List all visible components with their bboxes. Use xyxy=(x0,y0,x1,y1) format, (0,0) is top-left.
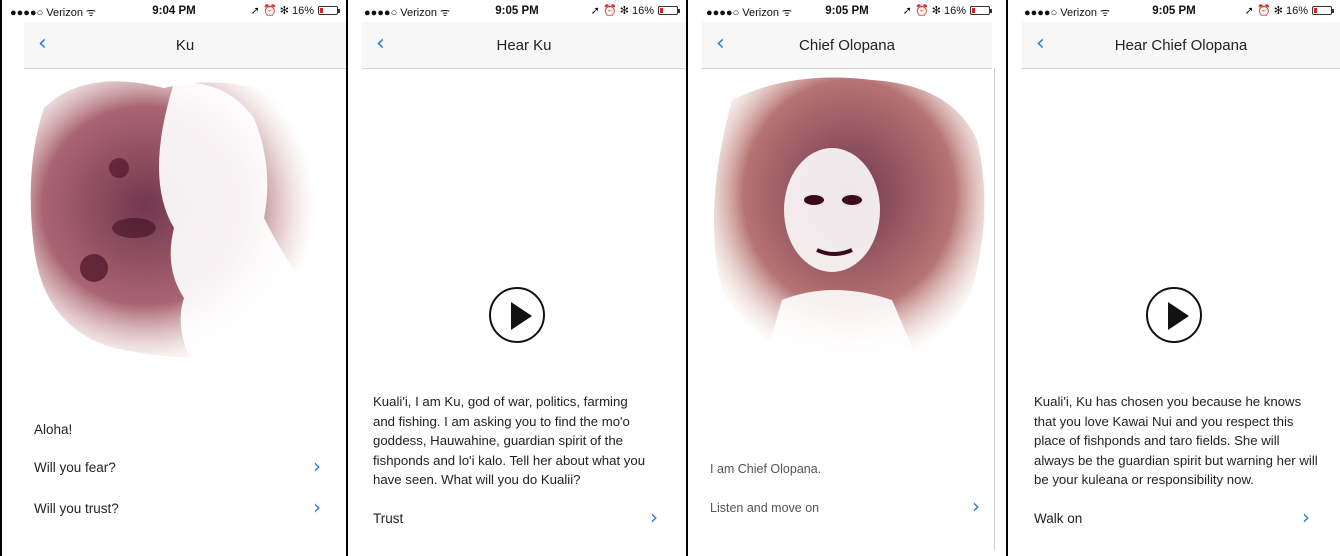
play-button[interactable] xyxy=(1146,287,1202,343)
battery-icon xyxy=(1312,6,1334,15)
chief-olopana-portrait-image xyxy=(702,70,992,370)
page-title: Ku xyxy=(175,37,195,54)
chevron-right-icon[interactable]: › xyxy=(313,495,321,519)
status-bar: ●●●●○ Verizon ᯤ 9:05 PM ➚ ⏰ ✻ 16% xyxy=(688,0,1006,22)
navigation-bar: ‹ Chief Olopana xyxy=(702,22,992,69)
status-icons: ➚ ⏰ ✻ 16% xyxy=(902,5,966,17)
transcript-text: Kuali'i, Ku has chosen you because he kn… xyxy=(1034,394,1318,487)
chevron-right-icon[interactable]: › xyxy=(313,454,321,478)
page-title: Chief Olopana xyxy=(799,37,895,54)
option-listen-and-move-on[interactable]: Listen and move on xyxy=(710,501,819,515)
battery-icon xyxy=(658,6,680,15)
battery-icon xyxy=(970,6,992,15)
option-walk-on[interactable]: Walk on xyxy=(1034,511,1082,526)
navigation-bar: ‹ Hear Ku xyxy=(362,22,686,69)
chevron-right-icon[interactable]: › xyxy=(1302,505,1310,529)
status-bar: ●●●●○ Verizon ᯤ 9:05 PM ➚ ⏰ ✻ 16% xyxy=(1008,0,1340,22)
intro-text: I am Chief Olopana. xyxy=(710,462,822,476)
chevron-right-icon[interactable]: › xyxy=(972,494,980,518)
status-icons: ➚ ⏰ ✻ 16% xyxy=(250,5,314,17)
option-will-you-trust[interactable]: Will you trust? xyxy=(34,501,119,516)
battery-icon xyxy=(318,6,340,15)
status-indicators: ➚ ⏰ ✻ 16% xyxy=(902,4,992,17)
page-title: Hear Ku xyxy=(496,37,552,54)
status-bar: ●●●●○ Verizon ᯤ 9:05 PM ➚ ⏰ ✻ 16% xyxy=(348,0,686,22)
option-will-you-fear[interactable]: Will you fear? xyxy=(34,460,116,475)
transcript-text: Kuali'i, I am Ku, god of war, politics, … xyxy=(373,394,646,487)
chevron-right-icon[interactable]: › xyxy=(650,505,658,529)
status-icons: ➚ ⏰ ✻ 16% xyxy=(1244,5,1308,17)
navigation-bar: ‹ Ku xyxy=(24,22,346,69)
screen-hear-ku: ●●●●○ Verizon ᯤ 9:05 PM ➚ ⏰ ✻ 16% ‹ Hear… xyxy=(346,0,686,556)
play-button[interactable] xyxy=(489,287,545,343)
screen-ku: ●●●●○ Verizon ᯤ 9:04 PM ➚ ⏰ ✻ 16% ‹ Ku A… xyxy=(0,0,346,556)
status-indicators: ➚ ⏰ ✻ 16% xyxy=(590,4,680,17)
status-indicators: ➚ ⏰ ✻ 16% xyxy=(1244,4,1334,17)
page-title: Hear Chief Olopana xyxy=(1114,37,1248,54)
navigation-bar: ‹ Hear Chief Olopana xyxy=(1022,22,1340,69)
screen-chief-olopana: ●●●●○ Verizon ᯤ 9:05 PM ➚ ⏰ ✻ 16% ‹ Chie… xyxy=(686,0,1006,556)
status-indicators: ➚ ⏰ ✻ 16% xyxy=(250,4,340,17)
ku-portrait-image xyxy=(24,68,328,368)
status-bar: ●●●●○ Verizon ᯤ 9:04 PM ➚ ⏰ ✻ 16% xyxy=(2,0,346,22)
screen-hear-chief-olopana: ●●●●○ Verizon ᯤ 9:05 PM ➚ ⏰ ✻ 16% ‹ Hear… xyxy=(1006,0,1340,556)
option-trust[interactable]: Trust xyxy=(373,511,403,526)
screen-divider xyxy=(994,68,995,550)
status-icons: ➚ ⏰ ✻ 16% xyxy=(590,5,654,17)
greeting-text: Aloha! xyxy=(34,422,73,437)
